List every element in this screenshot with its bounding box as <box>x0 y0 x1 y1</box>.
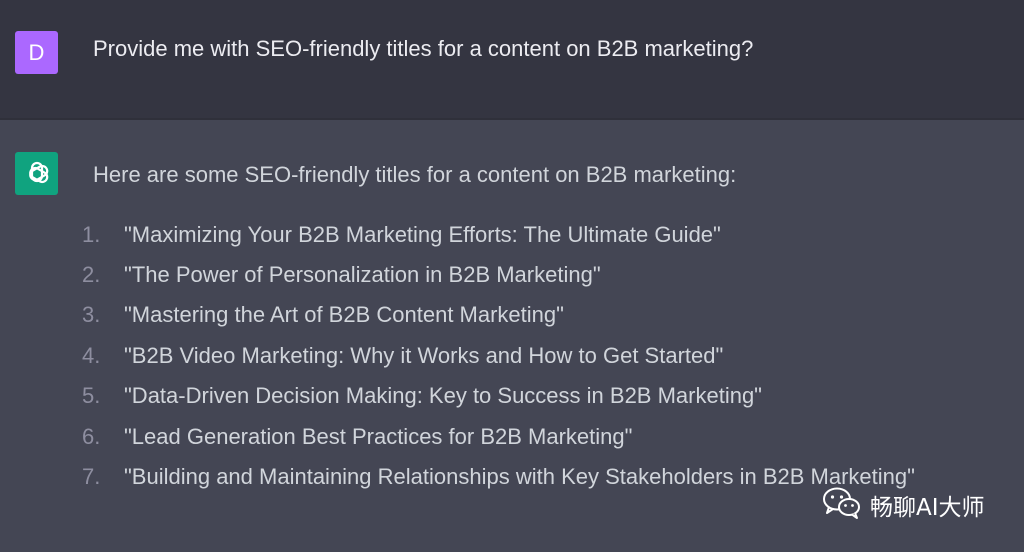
list-item-number: 6. <box>82 424 101 449</box>
list-item-number: 2. <box>82 262 101 287</box>
list-item-text: "The Power of Personalization in B2B Mar… <box>124 262 601 287</box>
list-item-number: 3. <box>82 302 101 327</box>
list-item-number: 4. <box>82 343 101 368</box>
user-avatar: D <box>15 31 58 74</box>
list-item-number: 7. <box>82 464 101 489</box>
chatgpt-logo-icon <box>15 152 58 195</box>
user-message-text: Provide me with SEO-friendly titles for … <box>93 36 754 61</box>
list-item-text: "Lead Generation Best Practices for B2B … <box>124 424 633 449</box>
list-item-text: "B2B Video Marketing: Why it Works and H… <box>124 343 724 368</box>
list-item-text: "Building and Maintaining Relationships … <box>124 464 915 489</box>
list-item-text: "Maximizing Your B2B Marketing Efforts: … <box>124 222 721 247</box>
list-item-text: "Mastering the Art of B2B Content Market… <box>124 302 564 327</box>
wechat-icon <box>822 486 862 525</box>
list-item-number: 5. <box>82 383 101 408</box>
watermark-text: 畅聊AI大师 <box>870 495 985 521</box>
list-item-number: 1. <box>82 222 101 247</box>
user-message-row: D Provide me with SEO-friendly titles fo… <box>0 0 1024 120</box>
watermark: 畅聊AI大师 <box>822 487 985 523</box>
list-item-text: "Data-Driven Decision Making: Key to Suc… <box>124 383 762 408</box>
assistant-intro-text: Here are some SEO-friendly titles for a … <box>93 162 737 187</box>
